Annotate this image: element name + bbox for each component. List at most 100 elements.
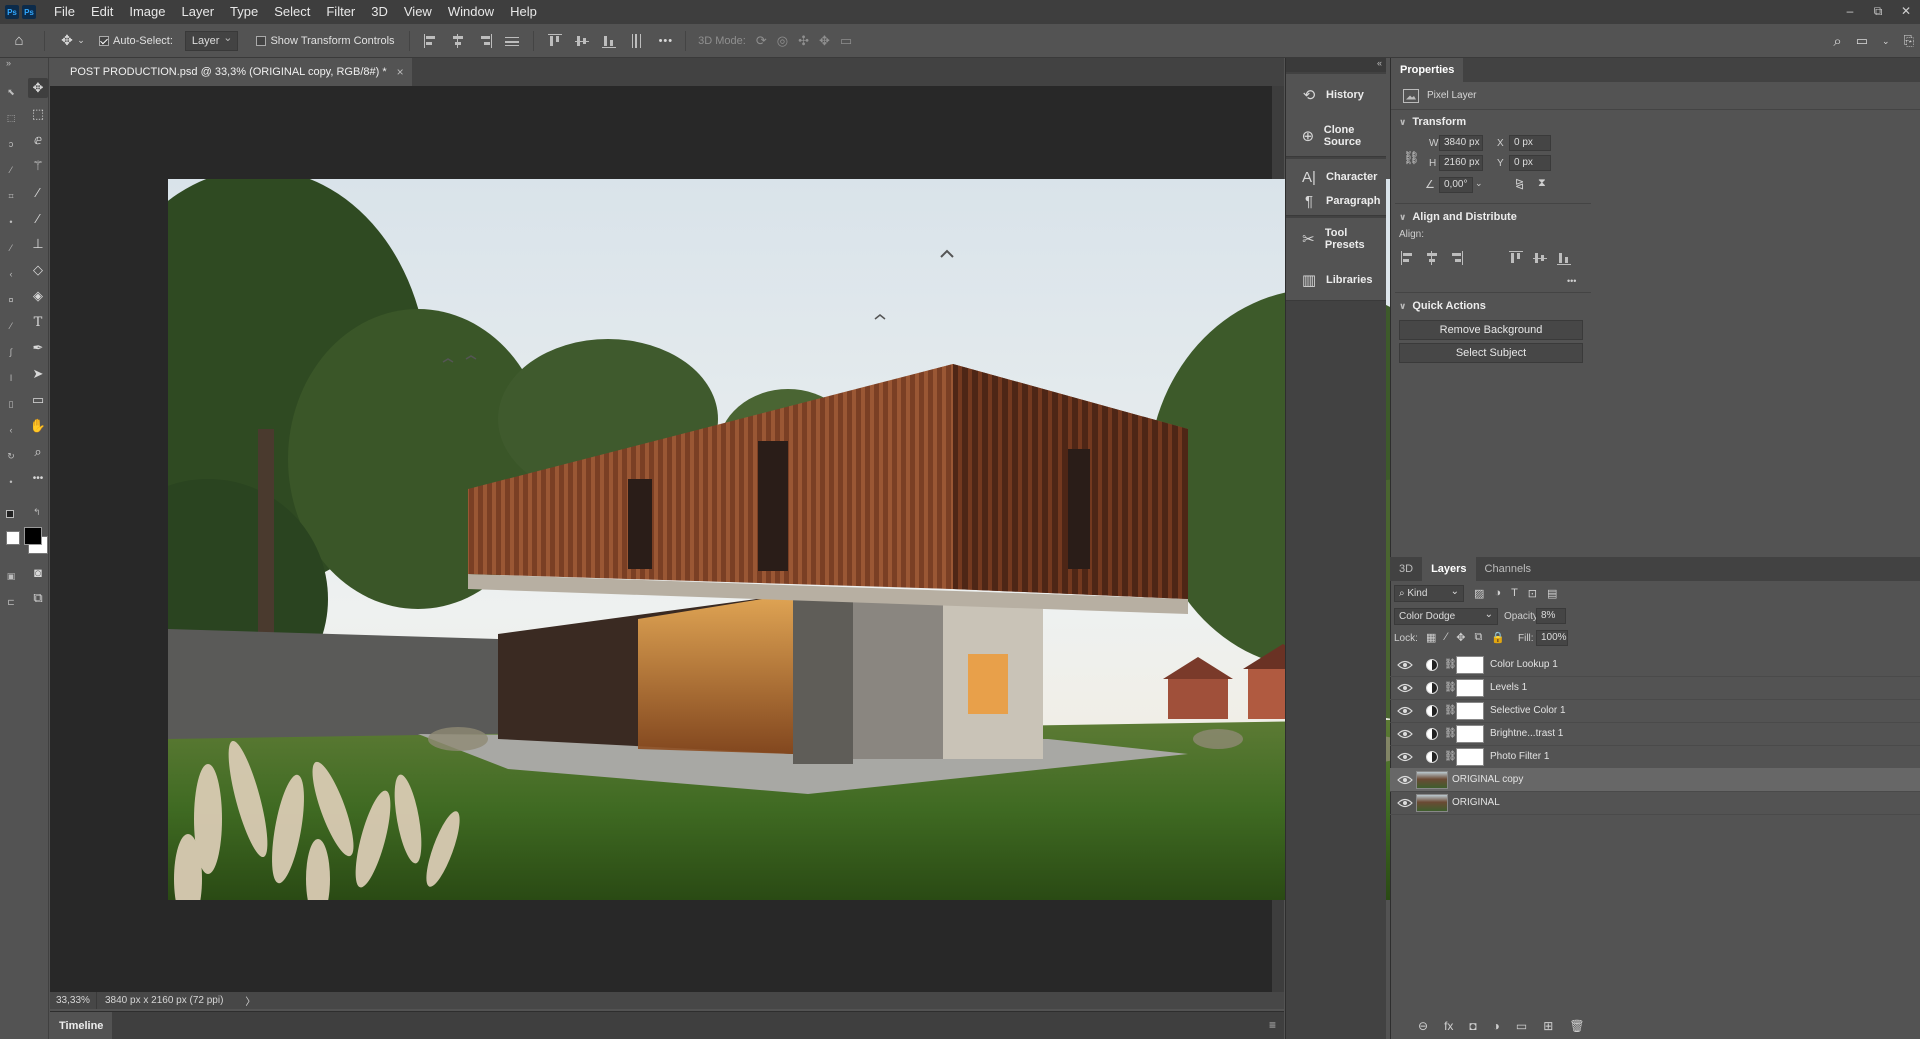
visibility-eye-icon[interactable]	[1397, 660, 1413, 670]
foreground-color-swatch[interactable]	[6, 531, 20, 545]
filter-shape-icon[interactable]: ⊡	[1528, 587, 1537, 600]
menu-layer[interactable]: Layer	[174, 0, 223, 24]
menu-select[interactable]: Select	[266, 0, 318, 24]
show-transform-controls-checkbox[interactable]: Show Transform Controls	[256, 35, 395, 47]
height-field[interactable]: 2160 px	[1439, 155, 1483, 171]
layer-row[interactable]: ⛓ Levels 1	[1390, 676, 1920, 700]
crop-small-icon[interactable]: ⌗	[6, 186, 16, 206]
close-window-button[interactable]: ✕	[1892, 0, 1920, 24]
opacity-field[interactable]: 8%	[1536, 608, 1566, 624]
more-options-icon[interactable]: •••	[659, 35, 674, 47]
auto-select-checkbox[interactable]: Auto-Select:	[99, 35, 173, 47]
visibility-eye-icon[interactable]	[1397, 729, 1413, 739]
distribute-horizontally-icon[interactable]	[629, 33, 643, 48]
shape-small-icon[interactable]: ▯	[6, 394, 16, 414]
menu-view[interactable]: View	[396, 0, 440, 24]
stamp-small-icon[interactable]: ⁄	[6, 238, 16, 258]
align-more-icon[interactable]: •••	[1567, 276, 1576, 286]
document-tab[interactable]: POST PRODUCTION.psd @ 33,3% (ORIGINAL co…	[50, 58, 412, 86]
layer-row[interactable]: ORIGINAL	[1390, 791, 1920, 815]
prop-align-left-icon[interactable]	[1401, 251, 1415, 265]
eyedropper-icon[interactable]: ⁄	[28, 182, 48, 202]
lock-image-icon[interactable]: ⁄	[1445, 631, 1447, 644]
restore-button[interactable]: ⧉	[1864, 0, 1892, 24]
tab-layers[interactable]: Layers	[1422, 557, 1476, 581]
fx-icon[interactable]: fx	[1444, 1019, 1453, 1033]
layer-mask-thumbnail[interactable]	[1456, 724, 1484, 743]
lock-all-icon[interactable]: 🔒	[1491, 631, 1505, 644]
layer-mask-thumbnail[interactable]	[1456, 701, 1484, 720]
3d-scale-icon[interactable]: ▭	[840, 33, 852, 49]
align-vertical-centers-icon[interactable]	[574, 34, 589, 48]
edit-toolbar-icon[interactable]: •••	[28, 468, 48, 488]
filter-kind-dropdown[interactable]: ⌕ Kind ⌄	[1394, 585, 1464, 602]
auto-select-target-dropdown[interactable]: Layer	[184, 29, 239, 51]
visibility-eye-icon[interactable]	[1397, 706, 1413, 716]
timeline-menu-icon[interactable]: ≡	[1269, 1018, 1276, 1032]
brush-tool-icon[interactable]: ⁄	[28, 208, 48, 228]
path-selection-icon[interactable]: ➤	[28, 364, 48, 384]
prop-align-top-icon[interactable]	[1509, 251, 1523, 265]
lock-transparent-icon[interactable]: ▦	[1426, 631, 1436, 644]
dock-tool-presets[interactable]: ✂ Tool Presets	[1286, 218, 1386, 259]
history-brush-small-icon[interactable]: ‹	[6, 264, 16, 284]
close-document-icon[interactable]: ×	[397, 58, 404, 86]
link-layers-icon[interactable]: ⊖	[1418, 1019, 1428, 1033]
add-mask-icon[interactable]: ◘	[1469, 1019, 1476, 1033]
quick-select-small-icon[interactable]: ⁄	[6, 160, 16, 180]
dock-paragraph[interactable]: ¶ Paragraph	[1286, 187, 1386, 215]
layer-thumbnail[interactable]	[1416, 793, 1448, 812]
lasso-tool-icon[interactable]: ⅇ	[28, 130, 48, 150]
flip-vertical-icon[interactable]: ⧗	[1538, 177, 1546, 190]
pen-tool-icon[interactable]: ✒	[28, 338, 48, 358]
marquee-small-icon[interactable]: ⬚	[6, 108, 16, 128]
flip-horizontal-icon[interactable]: ⧎	[1515, 177, 1524, 190]
quick-actions-header[interactable]: ∨ Quick Actions	[1391, 298, 1920, 314]
screen-mode-small-icon[interactable]: ⊏	[6, 592, 16, 612]
adjustment-layer-icon[interactable]: ◑	[1493, 1019, 1500, 1033]
pen-small-icon[interactable]: ∫	[6, 342, 16, 362]
dock-history[interactable]: ⟲ History	[1286, 74, 1386, 115]
healing-small-icon[interactable]: •	[6, 212, 16, 232]
menu-window[interactable]: Window	[440, 0, 502, 24]
zoom-tool-icon[interactable]: ⌕	[28, 442, 48, 462]
lasso-small-icon[interactable]: ↄ	[6, 134, 16, 154]
filter-adjustment-icon[interactable]: ◑	[1494, 587, 1501, 600]
dodge-small-icon[interactable]: ⁄	[6, 316, 16, 336]
prop-align-bottom-icon[interactable]	[1557, 251, 1571, 265]
angle-field[interactable]: 0,00°	[1439, 177, 1473, 193]
layer-thumbnail[interactable]	[1416, 770, 1448, 789]
share-icon[interactable]: ⎘	[1904, 33, 1914, 49]
paint-bucket-icon[interactable]: ◈	[28, 286, 48, 306]
status-menu-arrow[interactable]: 〉	[245, 993, 255, 1008]
layer-row[interactable]: ⛓ Selective Color 1	[1390, 699, 1920, 723]
layer-mask-thumbnail[interactable]	[1456, 655, 1484, 674]
dock-collapse-icon[interactable]: «	[1377, 58, 1382, 68]
prop-align-center-icon[interactable]	[1425, 251, 1439, 265]
lock-artboard-icon[interactable]: ⧉	[1474, 631, 1482, 644]
mask-link-icon[interactable]: ⛓	[1444, 659, 1457, 670]
blend-mode-dropdown[interactable]: Color Dodge ⌄	[1394, 608, 1498, 625]
3d-roll-icon[interactable]: ◎	[777, 33, 788, 49]
link-dimensions-icon[interactable]: ⛓	[1403, 150, 1420, 166]
3d-slide-icon[interactable]: ✥	[819, 33, 830, 49]
visibility-eye-icon[interactable]	[1397, 752, 1413, 762]
toolbar-collapse-icon[interactable]: »	[6, 58, 11, 68]
mask-link-icon[interactable]: ⛓	[1444, 682, 1457, 693]
dock-clone-source[interactable]: ⊕ Clone Source	[1286, 115, 1386, 156]
foreground-color-swatch-black[interactable]	[24, 527, 42, 545]
mask-link-icon[interactable]: ⛓	[1444, 705, 1457, 716]
new-layer-icon[interactable]: ⊞	[1543, 1019, 1553, 1033]
fill-field[interactable]: 100%	[1536, 630, 1568, 646]
move-tool-icon[interactable]: ✥	[59, 32, 75, 49]
visibility-eye-icon[interactable]	[1397, 775, 1413, 785]
menu-image[interactable]: Image	[121, 0, 173, 24]
align-left-edges-icon[interactable]	[423, 33, 438, 48]
tool-preset-dropdown[interactable]: ⌄	[75, 35, 87, 46]
swap-colors-icon[interactable]: ↰	[33, 507, 41, 518]
align-section-header[interactable]: ∨ Align and Distribute	[1391, 209, 1920, 225]
transform-section-header[interactable]: ∨ Transform	[1391, 114, 1920, 130]
move-tool-icon[interactable]: ✥	[28, 78, 48, 98]
path-select-small-icon[interactable]: ǀ	[6, 368, 16, 388]
gradient-small-icon[interactable]: ¤	[6, 290, 16, 310]
